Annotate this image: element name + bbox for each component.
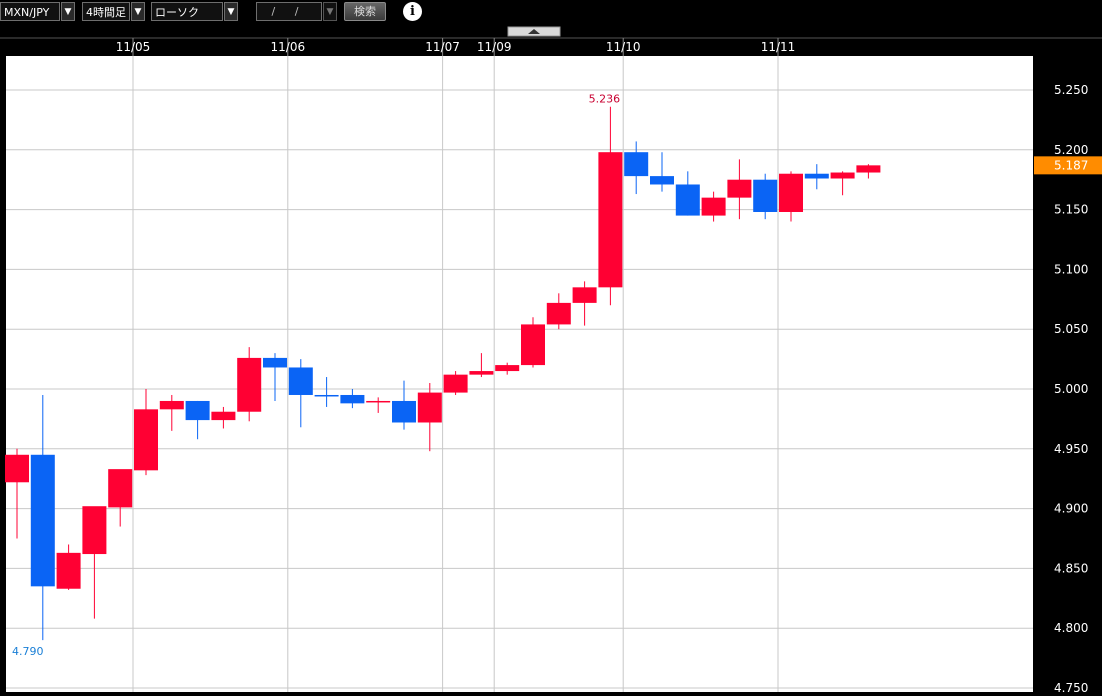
candle-body	[701, 197, 726, 216]
candle-body	[495, 365, 520, 372]
x-date-label: 11/05	[116, 40, 151, 54]
candle-body	[392, 400, 416, 423]
y-tick-label: 5.050	[1054, 322, 1088, 336]
y-tick-label: 5.000	[1054, 382, 1088, 396]
y-tick-label: 5.250	[1054, 83, 1088, 97]
low-price-label: 4.790	[12, 645, 44, 658]
y-tick-label: 4.750	[1054, 681, 1088, 695]
candle-body	[211, 411, 236, 421]
candle-body	[56, 552, 81, 589]
candle-body	[185, 400, 210, 421]
candle-body	[314, 394, 339, 397]
candle-body	[366, 400, 391, 403]
y-tick-label: 4.800	[1054, 621, 1088, 635]
candle-body	[340, 394, 365, 404]
candle-body	[521, 324, 545, 366]
candle-body	[5, 454, 29, 483]
candle-body	[675, 184, 700, 216]
candle-body	[753, 179, 778, 212]
candle-body	[727, 179, 752, 198]
candle-body	[598, 152, 623, 288]
x-date-label: 11/09	[477, 40, 512, 54]
x-date-label: 11/10	[606, 40, 641, 54]
y-tick-label: 4.950	[1054, 442, 1088, 456]
candle-body	[237, 357, 262, 412]
candle-body	[82, 506, 107, 555]
candle-body	[469, 371, 494, 375]
y-tick-label: 5.150	[1054, 203, 1088, 217]
candle-body	[288, 367, 313, 395]
y-tick-label: 4.850	[1054, 561, 1088, 575]
candle-body	[417, 392, 442, 423]
x-date-label: 11/06	[271, 40, 306, 54]
y-tick-label: 5.100	[1054, 262, 1088, 276]
candle-body	[263, 357, 287, 368]
candle-body	[108, 469, 133, 508]
x-date-label: 11/07	[425, 40, 460, 54]
candle-body	[546, 302, 571, 325]
current-price-label: 5.187	[1054, 158, 1088, 172]
y-tick-label: 5.200	[1054, 143, 1088, 157]
plot-area	[6, 56, 1033, 692]
candle-body	[804, 173, 829, 179]
candle-body	[650, 176, 674, 185]
candle-body	[159, 400, 184, 410]
candle-body	[856, 165, 881, 173]
candle-body	[30, 454, 55, 587]
candle-body	[134, 409, 158, 471]
candle-body	[624, 152, 649, 177]
candlestick-chart: 5.250 5.200 5.150 5.100 5.050 5.000 4.950 4.900…	[0, 24, 1102, 695]
candle-body	[443, 374, 468, 393]
candle-body	[779, 173, 803, 212]
x-date-label: 11/11	[761, 40, 796, 54]
candle-body	[830, 172, 855, 179]
high-price-label: 5.236	[589, 93, 621, 106]
y-tick-label: 4.900	[1054, 502, 1088, 516]
candle-body	[572, 287, 597, 303]
